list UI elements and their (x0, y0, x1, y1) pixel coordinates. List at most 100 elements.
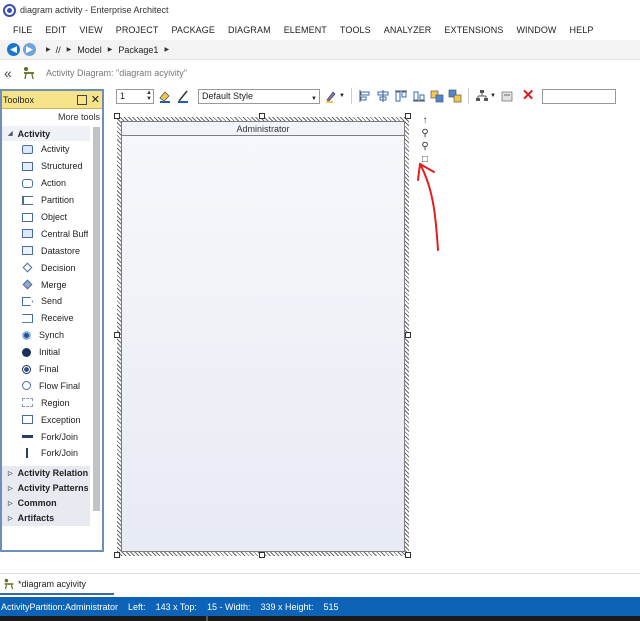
send-icon (22, 296, 33, 306)
align-center-icon[interactable] (376, 89, 390, 103)
toolbox-category-common[interactable]: ▷ Common (2, 495, 90, 511)
breadcrumb-model[interactable]: Model (77, 45, 102, 55)
status-element: ActivityPartition:Administrator (1, 601, 119, 612)
line-color-icon[interactable] (176, 89, 190, 103)
toolbox-item-receive[interactable]: Receive (2, 310, 102, 327)
menu-tools[interactable]: TOOLS (334, 25, 378, 35)
line-width-stepper[interactable]: 1 ▲ ▼ (116, 88, 154, 104)
diagram-toolbar: 1 ▲ ▼ Default Style ▼ ▼ ▼ ✕ (110, 86, 640, 106)
toolbox-item-send[interactable]: Send (2, 293, 102, 310)
toolbox-item-merge[interactable]: Merge (2, 276, 102, 293)
align-top-icon[interactable] (394, 89, 408, 103)
toolbox-item-fork-join-horizontal[interactable]: Fork/Join (2, 428, 102, 445)
toolbar-search-input[interactable] (542, 88, 617, 104)
status-left-label: Left: (128, 601, 146, 612)
chevron-down-icon[interactable]: ▼ (339, 93, 345, 99)
toolbox-item-final[interactable]: Final (2, 361, 102, 378)
resize-handle[interactable] (114, 552, 120, 558)
collapse-panel-icon[interactable]: « (4, 65, 18, 81)
delete-icon[interactable] (500, 89, 514, 103)
toolbox-float-icon[interactable] (76, 94, 87, 105)
close-diagram-icon[interactable]: ✕ (522, 88, 535, 103)
stepper-arrows-icon[interactable]: ▲ ▼ (146, 90, 152, 102)
forward-arrow-icon[interactable]: ▶ (23, 43, 36, 56)
resize-handle[interactable] (405, 113, 411, 119)
breadcrumb-package[interactable]: Package1 (118, 45, 158, 55)
back-arrow-icon[interactable]: ◀ (7, 43, 20, 56)
resize-handle[interactable] (259, 552, 265, 558)
category-label: Common (17, 498, 57, 509)
toolbox-item-fork-join-vertical[interactable]: Fork/Join (2, 445, 102, 462)
toolbox-item-initial[interactable]: Initial (2, 344, 102, 361)
partition-body[interactable]: Administrator (121, 121, 405, 552)
menu-edit[interactable]: EDIT (39, 25, 73, 35)
partition-name[interactable]: Administrator (122, 122, 404, 136)
resize-handle[interactable] (405, 332, 411, 338)
resize-handle[interactable] (114, 332, 120, 338)
region-icon (22, 398, 33, 408)
fill-color-icon[interactable] (158, 89, 172, 103)
chevron-down-icon[interactable]: ▼ (490, 93, 496, 99)
breadcrumb-chevron-icon[interactable]: ▶ (46, 46, 51, 53)
layout-diagram-icon[interactable] (475, 89, 489, 103)
menu-diagram[interactable]: DIAGRAM (222, 25, 278, 35)
breadcrumb-chevron-icon[interactable]: ▶ (108, 46, 113, 53)
menu-package[interactable]: PACKAGE (165, 25, 222, 35)
toolbox-item-datastore[interactable]: Datastore (2, 242, 102, 259)
toolbox-item-central-buffer[interactable]: Central Buffer (2, 225, 102, 242)
toolbox-item-label: Exception (41, 414, 81, 425)
align-bottom-icon[interactable] (412, 89, 426, 103)
toolbox-item-activity[interactable]: Activity (2, 141, 102, 158)
menu-project[interactable]: PROJECT (110, 25, 166, 35)
toolbox-item-label: Synch (39, 330, 65, 341)
breadcrumb-chevron-icon[interactable]: ▶ (164, 46, 169, 53)
fork-join-horizontal-icon (22, 435, 33, 439)
menu-help[interactable]: HELP (564, 25, 601, 35)
breadcrumb-root[interactable]: // (56, 45, 61, 55)
toolbox-scrollbar[interactable] (93, 127, 100, 511)
toolbox-item-action[interactable]: Action (2, 175, 102, 192)
toolbox-item-label: Final (39, 364, 59, 375)
toolbox-item-exception[interactable]: Exception (2, 411, 102, 428)
quick-link-arrow-icon[interactable]: ↑ (418, 114, 432, 127)
toolbox-category-activity-relationships[interactable]: ▷ Activity Relationships (2, 465, 90, 481)
menu-analyzer[interactable]: ANALYZER (378, 25, 439, 35)
same-size-icon[interactable] (430, 89, 444, 103)
style-dropdown[interactable]: Default Style ▼ (198, 88, 320, 104)
menu-file[interactable]: FILE (0, 25, 39, 35)
toolbox-item-partition[interactable]: Partition (2, 192, 102, 209)
toolbox-category-activity[interactable]: ◢ Activity (2, 126, 90, 141)
quick-link-relationship-icon[interactable]: ⚲ (418, 127, 432, 140)
toolbox-item-region[interactable]: Region (2, 394, 102, 411)
toolbox-category-artifacts[interactable]: ▷ Artifacts (2, 510, 90, 526)
menu-extensions[interactable]: EXTENSIONS (438, 25, 510, 35)
toolbox-item-label: Fork/Join (41, 431, 79, 442)
tab-diagram-activity[interactable]: *diagram acyivity (0, 575, 114, 595)
toolbox-item-label: Flow Final (39, 380, 81, 391)
resize-handle[interactable] (114, 113, 120, 119)
bring-to-front-icon[interactable] (448, 89, 462, 103)
toolbox-item-object[interactable]: Object (2, 209, 102, 226)
resize-handle[interactable] (405, 552, 411, 558)
menu-window[interactable]: WINDOW (510, 25, 563, 35)
toolbox-category-activity-patterns[interactable]: ▷ Activity Patterns (2, 480, 90, 496)
more-tools-link[interactable]: More tools (2, 109, 102, 126)
toolbox-item-decision[interactable]: Decision (2, 259, 102, 276)
enterprise-architect-logo-icon (3, 3, 16, 17)
menu-element[interactable]: ELEMENT (278, 25, 334, 35)
activity-partition[interactable]: Administrator (117, 117, 409, 556)
toolbox-item-structured[interactable]: Structured (2, 158, 102, 175)
breadcrumb-chevron-icon[interactable]: ▶ (67, 46, 72, 53)
style-painter-icon[interactable] (324, 89, 338, 103)
toolbox-item-flow-final[interactable]: Flow Final (2, 377, 102, 394)
menu-view[interactable]: VIEW (73, 25, 109, 35)
central-buffer-icon (22, 229, 33, 239)
toolbox-header[interactable]: Toolbox ✕ (2, 91, 102, 109)
decision-icon (22, 262, 33, 273)
close-icon[interactable]: ✕ (91, 94, 100, 105)
toolbox-item-synch[interactable]: Synch (2, 327, 102, 344)
resize-handle[interactable] (259, 113, 265, 119)
align-left-icon[interactable] (358, 89, 372, 103)
activity-icon (22, 144, 33, 154)
datastore-icon (22, 246, 33, 256)
